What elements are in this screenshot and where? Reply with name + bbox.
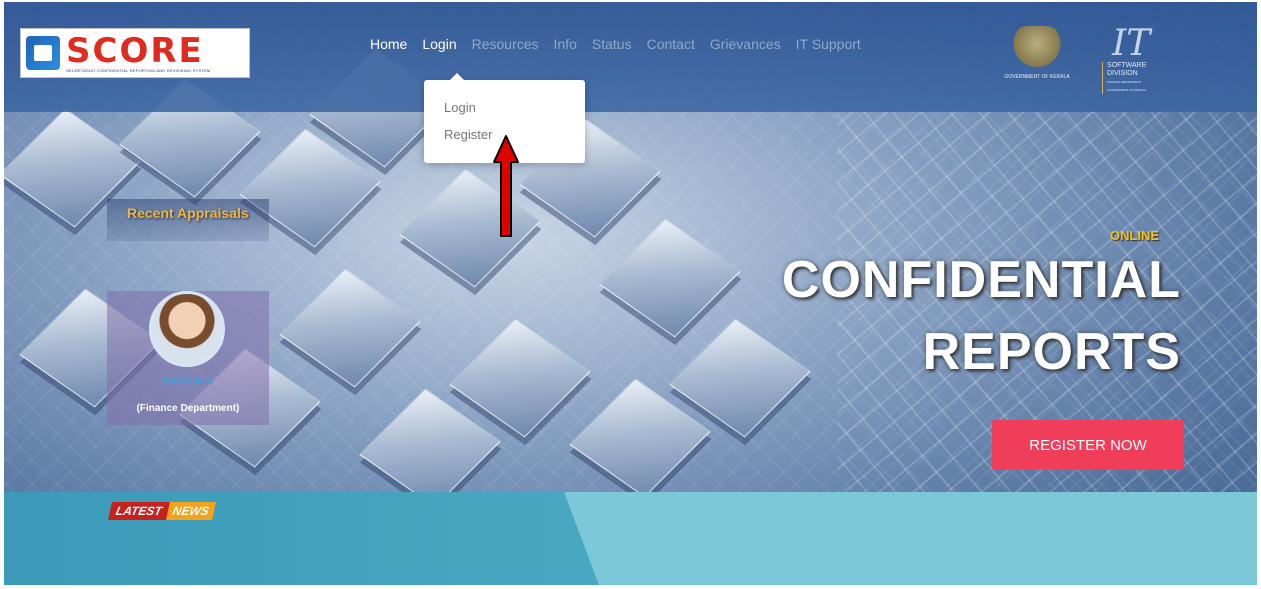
nav-resources[interactable]: Resources <box>472 36 539 52</box>
logo-name: SCORE <box>66 30 204 71</box>
register-now-button[interactable]: REGISTER NOW <box>992 420 1184 470</box>
it-logo-mark: IT <box>1112 23 1151 64</box>
news-badge-part1: LATEST <box>108 502 170 520</box>
hero-tag: ONLINE <box>1110 228 1160 243</box>
emblem-icon <box>1009 26 1065 70</box>
nav-login[interactable]: Login <box>422 36 456 52</box>
it-logo-line4: GOVERNMENT OF KERALA <box>1107 88 1147 92</box>
logo-subtitle: SECRETARIAT CONFIDENTIAL REPORTING AND R… <box>66 67 211 73</box>
nav-status[interactable]: Status <box>592 36 632 52</box>
latest-news-badge: LATEST NEWS <box>108 502 216 520</box>
avatar <box>149 291 225 367</box>
hero-title-line2: REPORTS <box>922 323 1181 381</box>
appraisals-header: Recent Appraisals <box>107 199 269 241</box>
appraisal-card[interactable]: PRIYA M R (Finance Department) <box>107 291 269 425</box>
main-nav: Home Login Resources Info Status Contact… <box>370 36 876 52</box>
it-logo-line3: FINANCE DEPARTMENT <box>1107 80 1142 84</box>
hero-title-line1: CONFIDENTIAL <box>781 251 1181 309</box>
emblem-caption: GOVERNMENT OF KERALA <box>1004 74 1070 80</box>
employee-department: (Finance Department) <box>136 403 240 414</box>
band-wedge <box>564 492 1257 585</box>
nav-info[interactable]: Info <box>554 36 577 52</box>
it-logo-line2: DIVISION <box>1107 70 1138 77</box>
nav-home[interactable]: Home <box>370 36 407 52</box>
recent-appraisals-panel: Recent Appraisals PRIYA M R (Finance Dep… <box>107 199 269 425</box>
nav-contact[interactable]: Contact <box>647 36 695 52</box>
employee-name: PRIYA M R <box>162 376 214 387</box>
nav-it-support[interactable]: IT Support <box>796 36 861 52</box>
nav-grievances[interactable]: Grievances <box>710 36 781 52</box>
it-division-logo: IT SOFTWARE DIVISION FINANCE DEPARTMENT … <box>1102 23 1182 94</box>
dropdown-item-register[interactable]: Register <box>444 127 492 142</box>
red-arrow-annotation <box>493 135 519 237</box>
kerala-emblem: GOVERNMENT OF KERALA <box>1001 26 1073 90</box>
dropdown-item-login[interactable]: Login <box>444 100 476 115</box>
score-logo[interactable]: SCORE SECRETARIAT CONFIDENTIAL REPORTING… <box>20 28 250 78</box>
logo-icon <box>26 36 60 70</box>
appraisals-title: Recent Appraisals <box>127 205 249 221</box>
news-badge-part2: NEWS <box>165 502 216 520</box>
it-logo-line1: SOFTWARE <box>1107 62 1147 69</box>
page: SCORE SECRETARIAT CONFIDENTIAL REPORTING… <box>4 2 1257 585</box>
